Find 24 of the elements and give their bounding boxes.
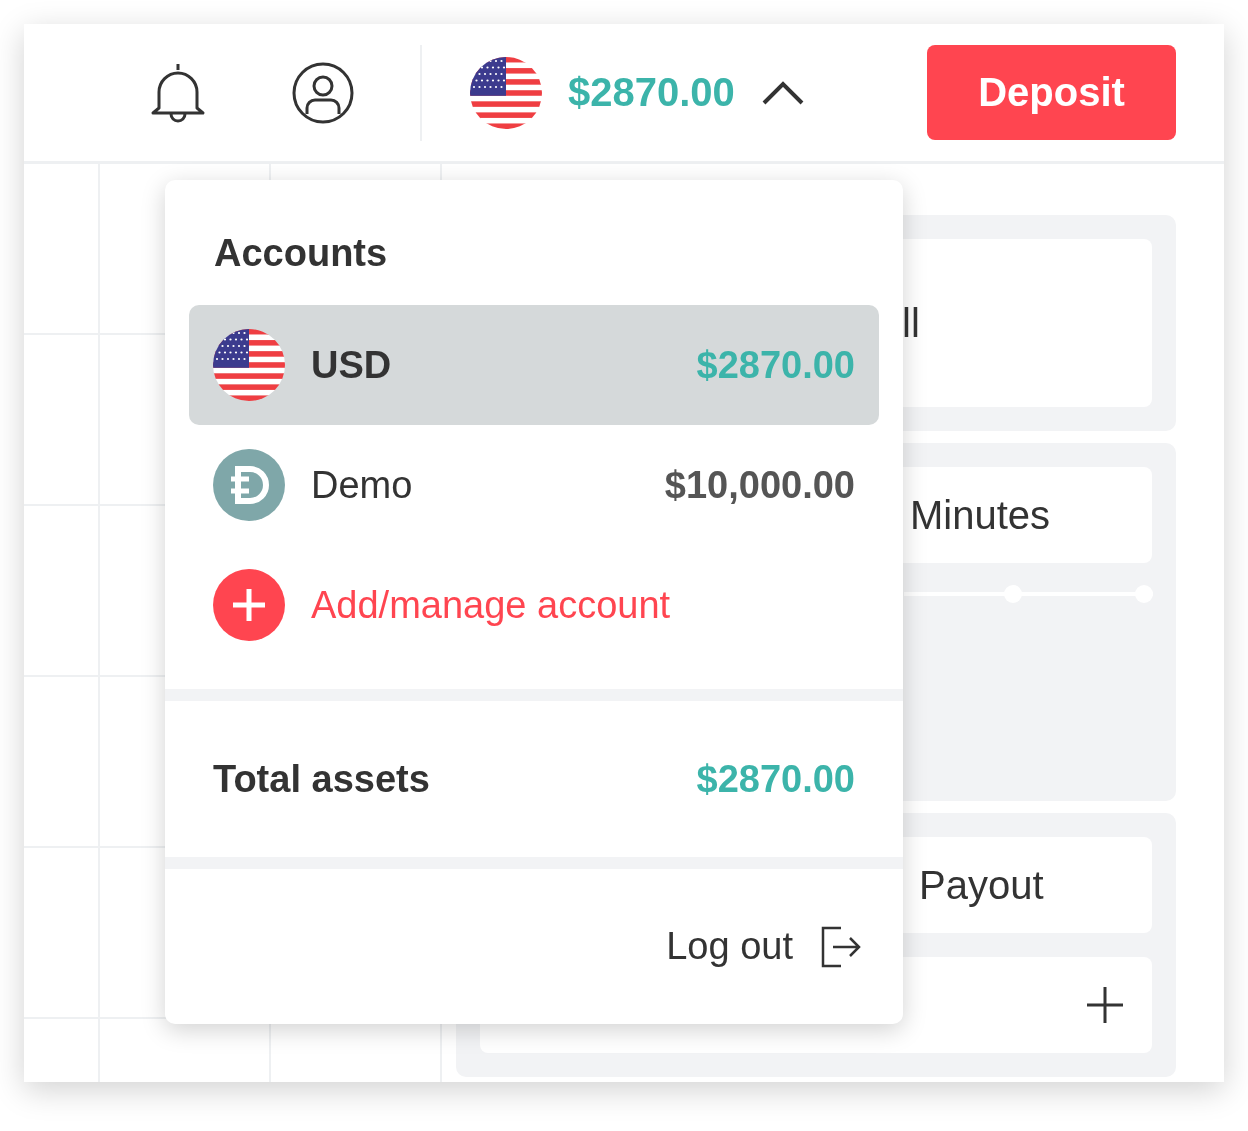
account-item[interactable]: Demo $10,000.00 bbox=[189, 425, 879, 545]
account-name: USD bbox=[311, 343, 393, 387]
total-label: Total assets bbox=[213, 757, 431, 801]
chevron-up-icon[interactable] bbox=[760, 79, 805, 106]
bell-icon[interactable] bbox=[150, 61, 206, 124]
account-item[interactable]: USD $2870.00 bbox=[189, 305, 879, 425]
account-balance: $2870.00 bbox=[696, 343, 855, 387]
account-name: Demo bbox=[311, 463, 414, 507]
logout-link[interactable]: Log out bbox=[666, 925, 793, 968]
add-account-label: Add/manage account bbox=[311, 583, 671, 627]
account-balance: $10,000.00 bbox=[664, 463, 855, 507]
field-label: Minutes bbox=[910, 492, 1051, 538]
plus-icon bbox=[213, 569, 285, 641]
plus-icon[interactable] bbox=[1086, 986, 1124, 1024]
flag-icon[interactable] bbox=[470, 56, 542, 129]
coin-icon bbox=[213, 449, 285, 521]
logout-icon[interactable] bbox=[819, 925, 861, 968]
total-amount: $2870.00 bbox=[696, 757, 855, 801]
field-label: Payout bbox=[919, 862, 1044, 908]
flag-icon bbox=[213, 329, 285, 401]
balance-amount: $2870.00 bbox=[568, 70, 735, 115]
field-label: ll bbox=[902, 300, 920, 346]
user-icon[interactable] bbox=[292, 61, 354, 124]
menu-title: Accounts bbox=[214, 232, 389, 275]
